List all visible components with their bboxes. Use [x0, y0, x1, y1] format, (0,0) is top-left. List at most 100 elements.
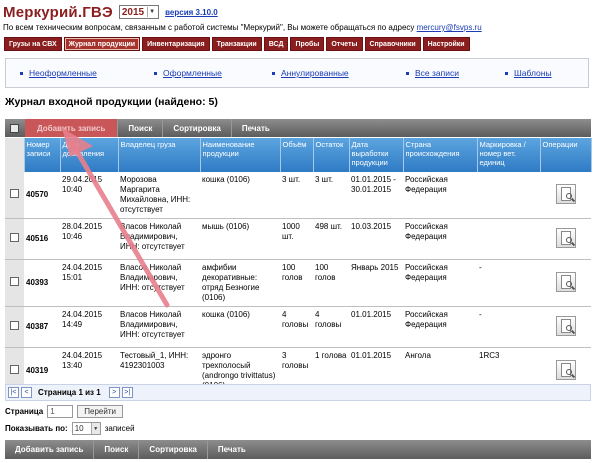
page-input[interactable]: 1 — [47, 405, 74, 418]
cell-owner: Власов Николай Владимирович, ИНН: отсутс… — [118, 259, 200, 307]
cell-volume: 1000 шт. — [280, 218, 313, 260]
submenu-item-cancelled[interactable]: Аннулированные — [272, 68, 349, 78]
column-header[interactable]: Дата добавления — [60, 138, 119, 172]
column-header[interactable]: Остаток — [313, 138, 350, 172]
chevron-down-icon: ▼ — [147, 7, 156, 17]
menu-item-journal[interactable]: Журнал продукции — [63, 37, 141, 51]
cell-marking: - — [477, 259, 540, 307]
column-header: Операции — [540, 138, 592, 172]
menu-item-vsd[interactable]: ВСД — [263, 37, 289, 51]
submenu-item-all[interactable]: Все записи — [406, 68, 459, 78]
menu-item-settings[interactable]: Настройки — [422, 37, 470, 51]
per-page-select[interactable]: 10 ▼ — [71, 422, 101, 435]
cell-date: 29.04.2015 10:40 — [60, 172, 118, 219]
menu-item-references[interactable]: Справочники — [364, 37, 421, 51]
view-details-icon[interactable] — [555, 359, 576, 380]
submenu-item-templates[interactable]: Шаблоны — [505, 68, 552, 78]
cell-operations — [540, 172, 591, 219]
row-checkbox-cell — [5, 172, 24, 219]
column-header[interactable]: Владелец груза — [118, 138, 201, 172]
row-checkbox-cell — [5, 259, 24, 307]
row-checkbox[interactable] — [10, 365, 19, 374]
column-header[interactable]: Номер записи — [24, 138, 61, 172]
cell-operations — [540, 218, 591, 260]
view-details-icon[interactable] — [555, 183, 576, 204]
cell-owner: Власов Николай Владимирович, ИНН: отсутс… — [118, 218, 200, 260]
cell-owner: Власов Николай Владимирович, ИНН: отсутс… — [118, 306, 200, 348]
app-header: Меркурий.ГВЭ 2015 ▼ версия 3.10.0 — [3, 3, 218, 21]
cell-owner: Морозова Маргарита Михайловна, ИНН: отсу… — [118, 172, 200, 219]
cell-number: 40570 — [24, 172, 60, 219]
cell-country: Российская Федерация — [403, 259, 477, 307]
submenu-item-processed[interactable]: Оформленные — [154, 68, 222, 78]
support-email-link[interactable]: mercury@fsvps.ru — [417, 23, 482, 32]
view-details-icon[interactable] — [555, 315, 576, 336]
menu-item-samples[interactable]: Пробы — [290, 37, 325, 51]
pager: |< < Страница 1 из 1 > >| — [5, 384, 591, 401]
sort-button[interactable]: Сортировка — [162, 119, 230, 137]
sort-button-bottom[interactable]: Сортировка — [138, 440, 206, 459]
add-record-button-bottom[interactable]: Добавить запись — [5, 441, 93, 459]
cell-marking — [477, 218, 540, 260]
cell-rest: 498 шт. — [313, 218, 349, 260]
search-button[interactable]: Поиск — [117, 119, 162, 137]
page-jump: Страница 1 Перейти — [5, 405, 123, 418]
column-header[interactable]: Дата выработки продукции — [349, 138, 404, 172]
table-row[interactable]: 40387 24.04.2015 14:49 Власов Николай Вл… — [5, 306, 591, 348]
cell-operations — [540, 259, 591, 307]
menu-item-transactions[interactable]: Транзакции — [211, 37, 262, 51]
cell-production-date: 10.03.2015 — [349, 218, 403, 260]
row-checkbox[interactable] — [10, 321, 19, 330]
year-select[interactable]: 2015 ▼ — [118, 5, 160, 19]
page-title: Журнал входной продукции (найдено: 5) — [5, 96, 218, 108]
last-page-button[interactable]: >| — [121, 387, 133, 398]
app-title: Меркурий.ГВЭ — [3, 3, 113, 21]
table-row[interactable]: 40516 28.04.2015 10:46 Власов Николай Вл… — [5, 218, 591, 260]
row-checkbox-cell — [5, 218, 24, 260]
support-notice: По всем техническим вопросам, связанным … — [3, 23, 482, 32]
menu-item-svh[interactable]: Грузы на СВХ — [4, 37, 62, 51]
cell-product: кошка (0106) — [200, 172, 280, 219]
column-header[interactable]: Маркировка / номер вет. единиц — [477, 138, 541, 172]
search-button-bottom[interactable]: Поиск — [93, 440, 138, 459]
print-button[interactable]: Печать — [230, 119, 280, 137]
cell-rest: 4 головы — [313, 306, 349, 348]
next-page-button[interactable]: > — [108, 387, 120, 398]
cell-product: кошка (0106) — [200, 306, 280, 348]
select-all-checkbox[interactable] — [10, 123, 19, 133]
go-button[interactable]: Перейти — [77, 405, 123, 418]
menu-item-inventory[interactable]: Инвентаризация — [142, 37, 210, 51]
bottom-toolbar: Добавить запись Поиск Сортировка Печать — [5, 440, 591, 459]
menu-item-reports[interactable]: Отчеты — [326, 37, 363, 51]
row-checkbox-cell — [5, 306, 24, 348]
column-header[interactable]: Объём — [280, 138, 314, 172]
per-page: Показывать по: 10 ▼ записей — [5, 422, 135, 435]
table-row[interactable]: 40570 29.04.2015 10:40 Морозова Маргарит… — [5, 172, 591, 219]
first-page-button[interactable]: |< — [8, 387, 19, 398]
cell-number: 40393 — [24, 259, 60, 307]
cell-production-date: 01.01.2015 — [349, 306, 403, 348]
version-link[interactable]: версия 3.10.0 — [165, 8, 218, 17]
print-button-bottom[interactable]: Печать — [206, 440, 256, 459]
submenu-item-unprocessed[interactable]: Неоформленные — [20, 68, 97, 78]
column-header[interactable]: Наименование продукции — [200, 138, 281, 172]
table-header-row: Номер записи Дата добавления Владелец гр… — [5, 138, 592, 172]
column-header[interactable]: Страна происхождения — [403, 138, 478, 172]
page-info: Страница 1 из 1 — [38, 388, 101, 397]
row-checkbox[interactable] — [10, 277, 19, 286]
cell-production-date: Январь 2015 — [349, 259, 403, 307]
view-details-icon[interactable] — [555, 227, 576, 248]
cell-product: мышь (0106) — [200, 218, 280, 260]
row-checkbox[interactable] — [10, 189, 19, 198]
add-record-button[interactable]: Добавить запись — [25, 119, 118, 137]
view-details-icon[interactable] — [555, 271, 576, 292]
cell-rest: 100 голов — [313, 259, 349, 307]
prev-page-button[interactable]: < — [21, 387, 32, 398]
cell-country: Российская Федерация — [403, 218, 477, 260]
cell-volume: 3 шт. — [280, 172, 313, 219]
table-row[interactable]: 40393 24.04.2015 15:01 Власов Николай Вл… — [5, 259, 591, 307]
header-checkbox-cell — [5, 138, 25, 172]
main-menu: Грузы на СВХ Журнал продукции Инвентариз… — [4, 37, 472, 51]
cell-rest: 3 шт. — [313, 172, 349, 219]
row-checkbox[interactable] — [10, 233, 19, 242]
